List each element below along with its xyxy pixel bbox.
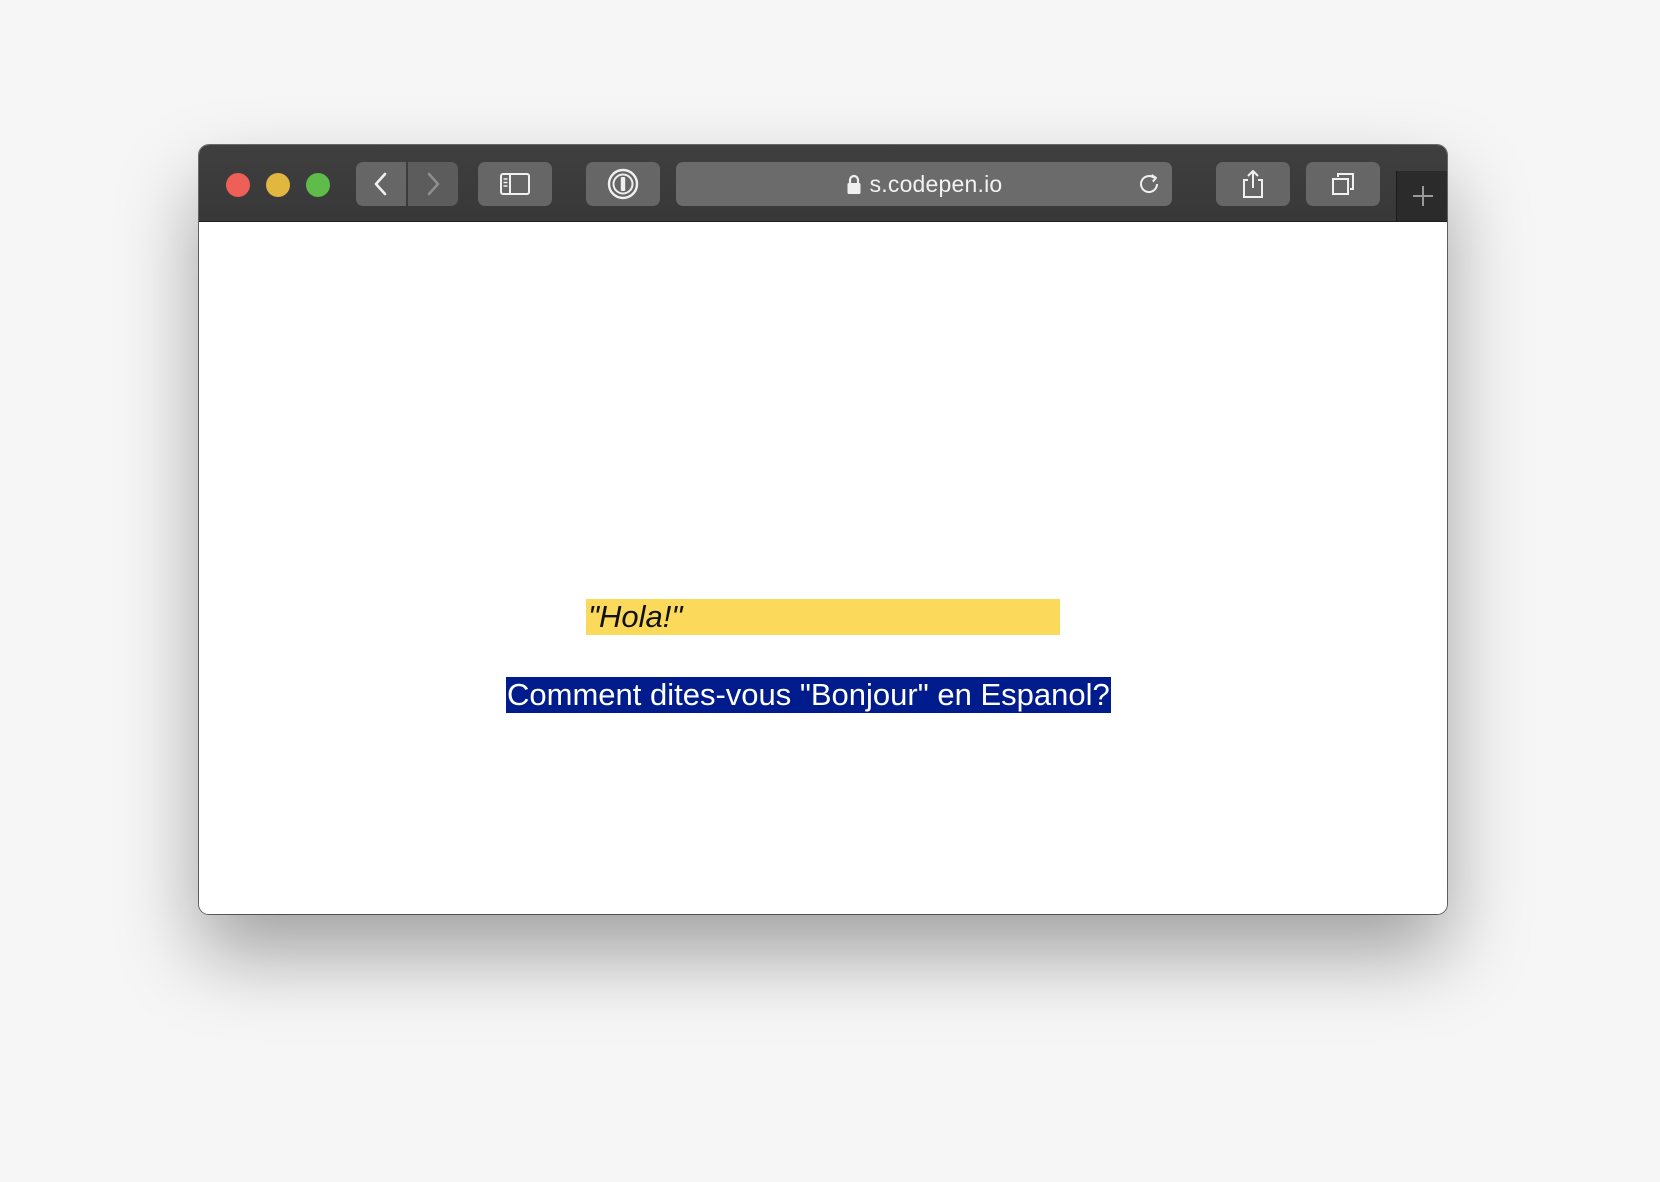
minimize-window-button[interactable] <box>266 173 290 197</box>
address-bar[interactable]: s.codepen.io <box>676 162 1172 206</box>
tab-overview-icon <box>1332 173 1354 195</box>
address-text: s.codepen.io <box>869 170 1003 197</box>
close-window-button[interactable] <box>226 173 250 197</box>
page-content: Comment dites-vous "Bonjour" en Espanol? <box>199 222 1447 914</box>
password-manager-icon <box>607 168 639 200</box>
maximize-window-button[interactable] <box>306 173 330 197</box>
share-button[interactable] <box>1216 162 1290 206</box>
back-button[interactable] <box>356 162 406 206</box>
sidebar-button[interactable] <box>478 162 552 206</box>
answer-text: "Hola!" <box>586 599 1060 635</box>
sidebar-icon <box>500 173 530 195</box>
new-tab-button[interactable] <box>1396 171 1447 221</box>
chevron-left-icon <box>374 172 387 196</box>
chevron-right-icon <box>427 172 440 196</box>
reload-icon[interactable] <box>1136 171 1162 197</box>
share-icon <box>1243 170 1263 198</box>
browser-window: s.codepen.io Comment dites-vous "Bonjour… <box>199 145 1447 914</box>
browser-toolbar: s.codepen.io <box>199 145 1447 222</box>
tab-overview-button[interactable] <box>1306 162 1380 206</box>
plus-icon <box>1412 186 1433 206</box>
lock-icon <box>846 174 862 195</box>
forward-button[interactable] <box>408 162 458 206</box>
password-manager-button[interactable] <box>586 162 660 206</box>
question-text: Comment dites-vous "Bonjour" en Espanol? <box>506 677 1111 713</box>
